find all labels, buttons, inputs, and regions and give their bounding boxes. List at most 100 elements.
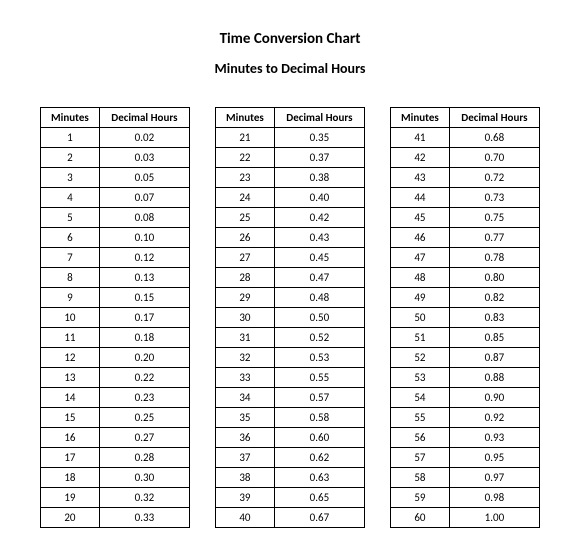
table-row: 50.08 [41, 208, 190, 228]
cell-decimal: 0.57 [274, 388, 364, 408]
cell-minutes: 1 [41, 128, 100, 148]
cell-minutes: 42 [391, 148, 450, 168]
table-row: 80.13 [41, 268, 190, 288]
cell-minutes: 43 [391, 168, 450, 188]
table-row: 110.18 [41, 328, 190, 348]
cell-decimal: 0.83 [449, 308, 539, 328]
table-row: 500.83 [391, 308, 540, 328]
page-title: Time Conversion Chart [40, 30, 540, 48]
table-row: 560.93 [391, 428, 540, 448]
cell-minutes: 47 [391, 248, 450, 268]
table-row: 450.75 [391, 208, 540, 228]
table-row: 490.82 [391, 288, 540, 308]
table-row: 410.68 [391, 128, 540, 148]
cell-minutes: 13 [41, 368, 100, 388]
cell-decimal: 0.53 [274, 348, 364, 368]
cell-decimal: 0.10 [99, 228, 189, 248]
table-row: 250.42 [216, 208, 365, 228]
table-row: 510.85 [391, 328, 540, 348]
table-row: 430.72 [391, 168, 540, 188]
cell-minutes: 26 [216, 228, 275, 248]
cell-minutes: 14 [41, 388, 100, 408]
cell-decimal: 0.62 [274, 448, 364, 468]
table-row: 200.33 [41, 508, 190, 528]
cell-decimal: 0.58 [274, 408, 364, 428]
table-row: 10.02 [41, 128, 190, 148]
cell-minutes: 3 [41, 168, 100, 188]
cell-minutes: 29 [216, 288, 275, 308]
cell-minutes: 5 [41, 208, 100, 228]
cell-minutes: 12 [41, 348, 100, 368]
cell-minutes: 34 [216, 388, 275, 408]
cell-minutes: 35 [216, 408, 275, 428]
table-row: 100.17 [41, 308, 190, 328]
cell-minutes: 57 [391, 448, 450, 468]
cell-minutes: 54 [391, 388, 450, 408]
cell-decimal: 0.55 [274, 368, 364, 388]
header-minutes: Minutes [41, 108, 100, 128]
cell-minutes: 37 [216, 448, 275, 468]
cell-decimal: 0.50 [274, 308, 364, 328]
cell-decimal: 0.87 [449, 348, 539, 368]
cell-minutes: 36 [216, 428, 275, 448]
cell-decimal: 0.47 [274, 268, 364, 288]
table-row: 420.70 [391, 148, 540, 168]
table-row: 540.90 [391, 388, 540, 408]
cell-minutes: 51 [391, 328, 450, 348]
cell-decimal: 0.15 [99, 288, 189, 308]
cell-minutes: 38 [216, 468, 275, 488]
cell-decimal: 0.70 [449, 148, 539, 168]
table-row: 360.60 [216, 428, 365, 448]
table-row: 340.57 [216, 388, 365, 408]
cell-minutes: 39 [216, 488, 275, 508]
cell-decimal: 0.73 [449, 188, 539, 208]
table-row: 140.23 [41, 388, 190, 408]
table-row: 230.38 [216, 168, 365, 188]
cell-minutes: 27 [216, 248, 275, 268]
cell-decimal: 0.45 [274, 248, 364, 268]
cell-decimal: 0.82 [449, 288, 539, 308]
cell-minutes: 30 [216, 308, 275, 328]
cell-minutes: 16 [41, 428, 100, 448]
cell-minutes: 9 [41, 288, 100, 308]
cell-minutes: 2 [41, 148, 100, 168]
table-row: 601.00 [391, 508, 540, 528]
cell-minutes: 46 [391, 228, 450, 248]
table-row: 350.58 [216, 408, 365, 428]
cell-minutes: 24 [216, 188, 275, 208]
table-row: 590.98 [391, 488, 540, 508]
conversion-table: MinutesDecimal Hours210.35220.37230.3824… [215, 107, 365, 528]
cell-decimal: 0.38 [274, 168, 364, 188]
cell-minutes: 20 [41, 508, 100, 528]
cell-minutes: 11 [41, 328, 100, 348]
table-row: 470.78 [391, 248, 540, 268]
cell-decimal: 0.27 [99, 428, 189, 448]
table-row: 180.30 [41, 468, 190, 488]
cell-decimal: 0.42 [274, 208, 364, 228]
table-row: 120.20 [41, 348, 190, 368]
cell-minutes: 17 [41, 448, 100, 468]
cell-decimal: 0.30 [99, 468, 189, 488]
header-decimal: Decimal Hours [99, 108, 189, 128]
cell-decimal: 0.77 [449, 228, 539, 248]
cell-minutes: 55 [391, 408, 450, 428]
conversion-table: MinutesDecimal Hours410.68420.70430.7244… [390, 107, 540, 528]
header-minutes: Minutes [216, 108, 275, 128]
cell-minutes: 23 [216, 168, 275, 188]
table-row: 130.22 [41, 368, 190, 388]
cell-decimal: 0.80 [449, 268, 539, 288]
cell-decimal: 0.02 [99, 128, 189, 148]
cell-decimal: 0.37 [274, 148, 364, 168]
table-row: 440.73 [391, 188, 540, 208]
table-row: 480.80 [391, 268, 540, 288]
cell-decimal: 0.67 [274, 508, 364, 528]
cell-minutes: 19 [41, 488, 100, 508]
page-subtitle: Minutes to Decimal Hours [40, 60, 540, 77]
cell-minutes: 58 [391, 468, 450, 488]
cell-decimal: 0.85 [449, 328, 539, 348]
table-row: 390.65 [216, 488, 365, 508]
cell-decimal: 0.07 [99, 188, 189, 208]
cell-decimal: 0.65 [274, 488, 364, 508]
table-row: 260.43 [216, 228, 365, 248]
cell-minutes: 49 [391, 288, 450, 308]
